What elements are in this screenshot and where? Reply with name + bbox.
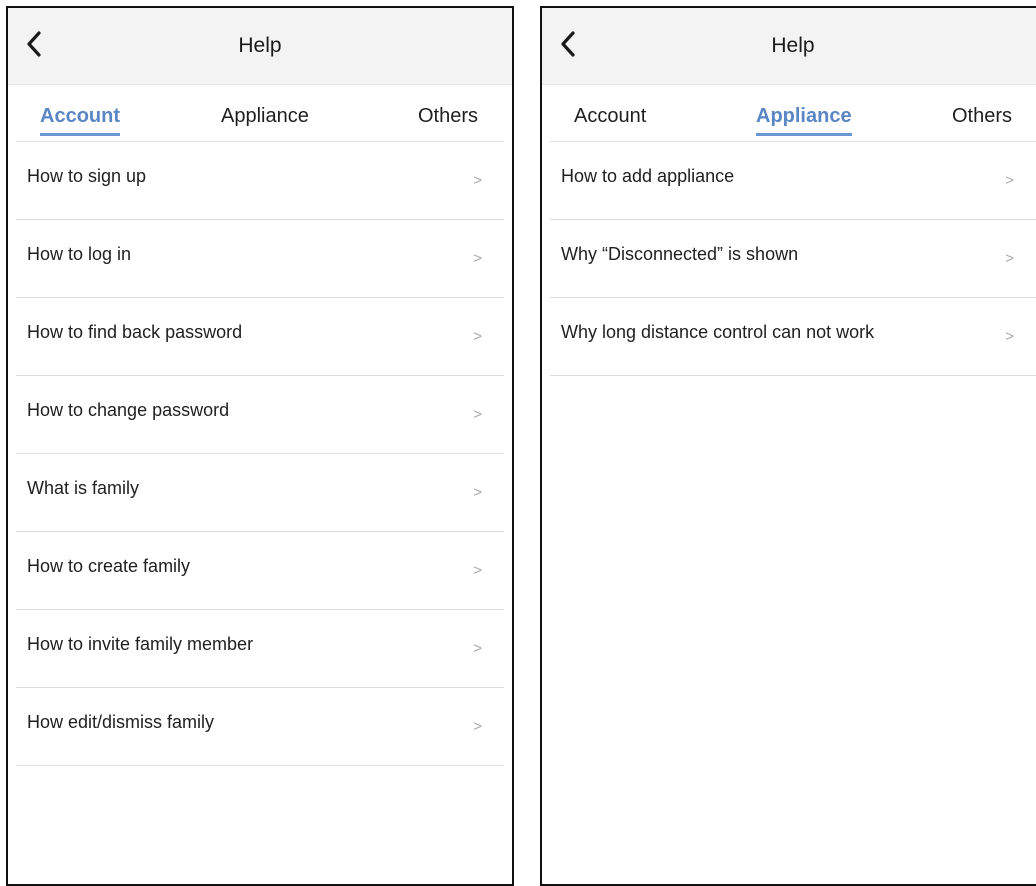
list-item-label: Why “Disconnected” is shown <box>561 244 799 264</box>
tab-bar: Account Appliance Others <box>550 85 1036 142</box>
list-item-label: How to create family <box>27 556 191 576</box>
app-header: Help <box>542 8 1036 85</box>
tab-bar: Account Appliance Others <box>16 85 504 142</box>
list-item-label: How to log in <box>27 244 132 264</box>
chevron-right-icon: > <box>473 640 482 657</box>
list-item-label: How to sign up <box>27 166 147 186</box>
list-item[interactable]: How to log in > <box>16 220 504 298</box>
chevron-right-icon: > <box>473 328 482 345</box>
tab-label: Account <box>574 105 647 127</box>
tab-label: Others <box>418 105 479 127</box>
help-screen-appliance: Help Account Appliance Others How to add… <box>540 6 1036 886</box>
list-item-label: What is family <box>27 478 140 498</box>
list-item[interactable]: How to invite family member > <box>16 610 504 688</box>
list-item-label: How to add appliance <box>561 166 735 186</box>
list-item-label: How to invite family member <box>27 634 254 654</box>
active-tab-indicator <box>756 133 852 136</box>
page-title: Help <box>771 34 815 57</box>
list-item[interactable]: How to sign up > <box>16 142 504 220</box>
chevron-right-icon: > <box>473 484 482 501</box>
chevron-right-icon: > <box>473 406 482 423</box>
list-item[interactable]: How to add appliance > <box>550 142 1036 220</box>
list-item-label: How edit/dismiss family <box>27 712 215 732</box>
chevron-right-icon: > <box>1005 328 1014 345</box>
tab-label: Appliance <box>221 105 309 127</box>
chevron-right-icon: > <box>473 250 482 267</box>
list-item-label: How to change password <box>27 400 230 420</box>
chevron-right-icon: > <box>1005 250 1014 267</box>
list-item[interactable]: What is family > <box>16 454 504 532</box>
app-header: Help <box>8 8 512 85</box>
list-item[interactable]: How to create family > <box>16 532 504 610</box>
chevron-right-icon: > <box>473 718 482 735</box>
list-item[interactable]: Why long distance control can not work > <box>550 298 1036 376</box>
list-item[interactable]: How to change password > <box>16 376 504 454</box>
tab-others[interactable]: Others <box>952 105 1012 128</box>
tab-appliance[interactable]: Appliance <box>756 105 852 136</box>
help-topic-list: How to add appliance > Why “Disconnected… <box>550 142 1036 376</box>
list-item-label: Why long distance control can not work <box>561 322 875 342</box>
tab-others[interactable]: Others <box>418 105 478 128</box>
tab-label: Others <box>952 105 1013 127</box>
chevron-right-icon: > <box>473 562 482 579</box>
help-topic-list: How to sign up > How to log in > How to … <box>16 142 504 766</box>
tab-account[interactable]: Account <box>574 105 646 128</box>
help-screen-account: Help Account Appliance Others How to sig… <box>6 6 514 886</box>
chevron-right-icon: > <box>1005 172 1014 189</box>
list-item[interactable]: How edit/dismiss family > <box>16 688 504 766</box>
tab-label: Appliance <box>756 105 852 127</box>
tab-appliance[interactable]: Appliance <box>221 105 309 128</box>
tab-account[interactable]: Account <box>40 105 120 136</box>
active-tab-indicator <box>40 133 120 136</box>
list-item[interactable]: Why “Disconnected” is shown > <box>550 220 1036 298</box>
tab-label: Account <box>40 105 120 127</box>
chevron-right-icon: > <box>473 172 482 189</box>
list-item[interactable]: How to find back password > <box>16 298 504 376</box>
page-title: Help <box>238 34 282 57</box>
list-item-label: How to find back password <box>27 322 243 342</box>
